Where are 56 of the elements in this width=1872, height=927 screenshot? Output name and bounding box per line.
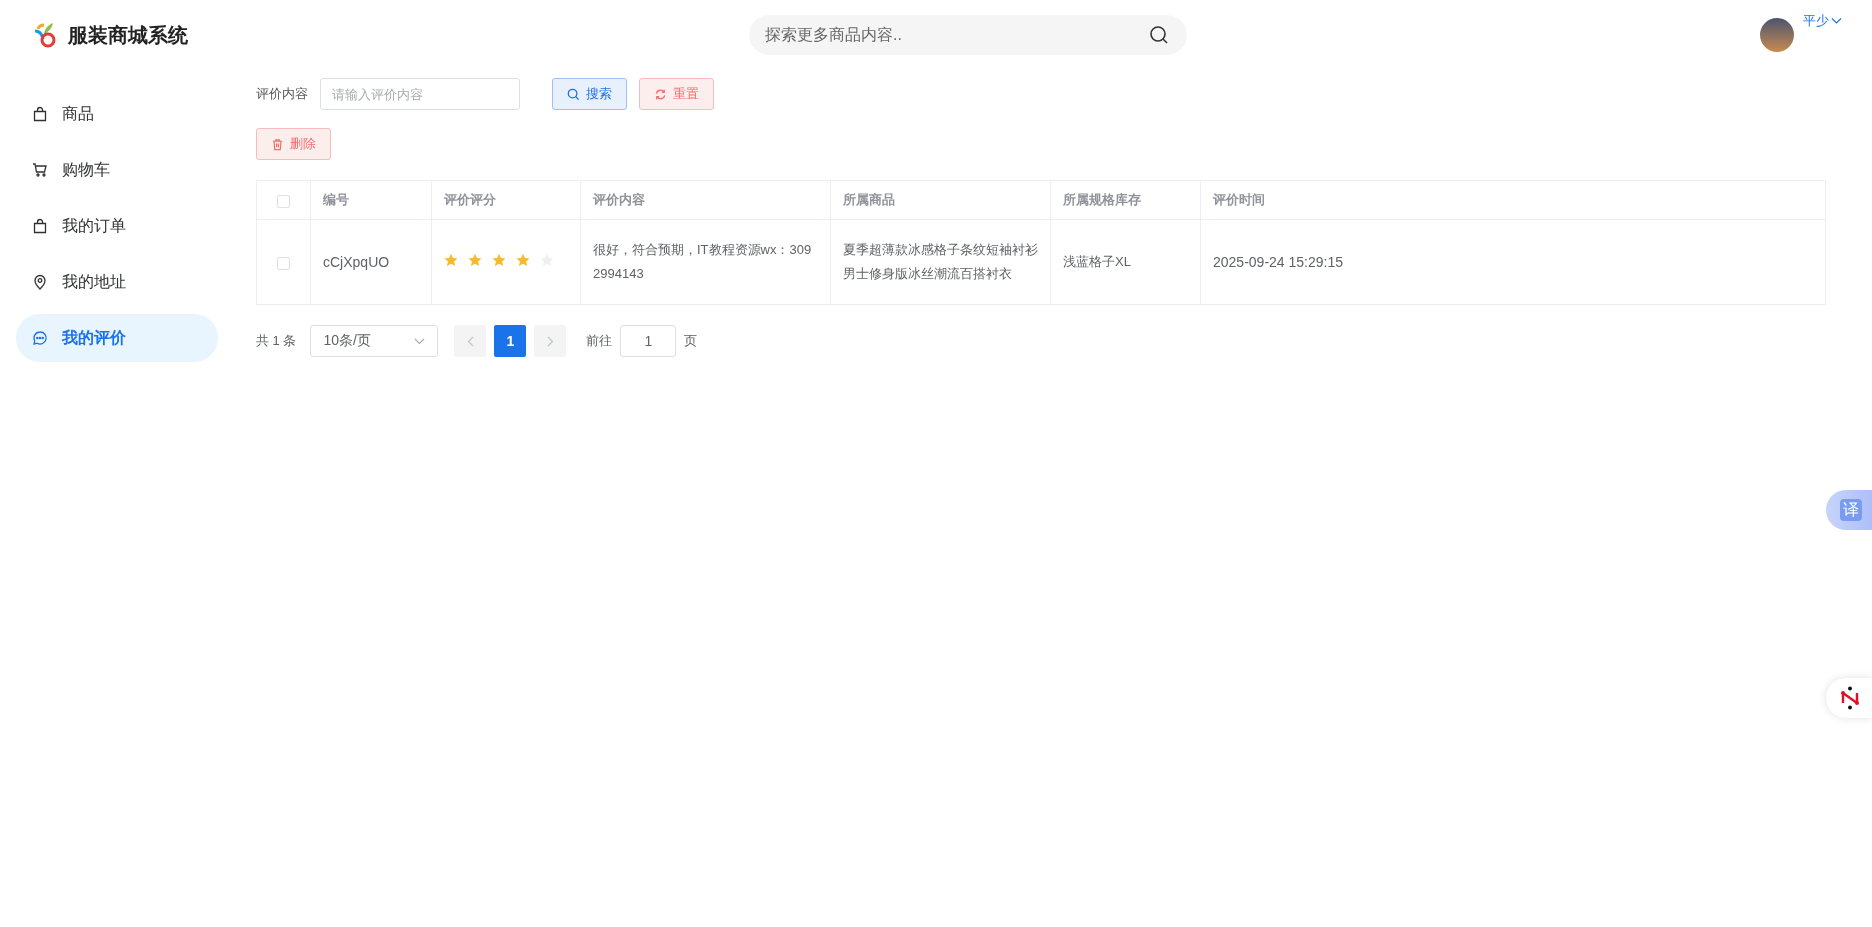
refresh-icon — [654, 87, 667, 101]
checkbox[interactable] — [277, 256, 290, 270]
chat-bubble-icon — [32, 330, 48, 346]
network-icon — [1839, 686, 1861, 710]
avatar[interactable] — [1760, 18, 1794, 52]
location-pin-icon — [32, 274, 48, 290]
table-cell: 夏季超薄款冰感格子条纹短袖衬衫男士修身版冰丝潮流百搭衬衣 — [843, 242, 1038, 281]
delete-button[interactable]: 删除 — [256, 128, 331, 160]
cart-icon — [32, 162, 48, 178]
prev-page-button[interactable] — [454, 325, 487, 357]
page-size-select[interactable]: 10条/页 — [310, 325, 439, 357]
checkbox[interactable] — [277, 194, 290, 208]
column-header: 所属商品 — [843, 192, 895, 207]
assistant-button[interactable] — [1826, 678, 1872, 718]
star-icon — [492, 253, 506, 267]
sidebar-item[interactable]: 购物车 — [16, 146, 218, 194]
chevron-down-icon — [1831, 17, 1842, 25]
next-page-button[interactable] — [534, 325, 567, 357]
table-cell: 2025-09-24 15:29:15 — [1213, 254, 1343, 270]
goto-label: 前往 — [586, 332, 613, 350]
search-field[interactable]: 探索更多商品内容.. — [749, 15, 1187, 55]
sidebar-item[interactable]: 我的订单 — [16, 202, 218, 250]
translate-button[interactable]: 译 — [1826, 490, 1872, 530]
chevron-down-icon — [414, 337, 426, 345]
star-icon — [444, 253, 458, 267]
column-header: 评价内容 — [593, 192, 645, 207]
total-count: 共 1 条 — [256, 332, 297, 350]
table-cell: cCjXpqUO — [323, 254, 390, 270]
chevron-right-icon — [546, 335, 554, 347]
chevron-left-icon — [466, 335, 474, 347]
logo-icon — [32, 21, 58, 49]
table-cell: 浅蓝格子XL — [1063, 254, 1131, 269]
search-icon — [1149, 25, 1169, 45]
shopping-bag-icon — [32, 218, 48, 234]
review-content-input[interactable]: 请输入评价内容 — [320, 78, 520, 110]
sidebar-item[interactable]: 我的评价 — [16, 314, 218, 362]
page-number[interactable]: 1 — [494, 325, 527, 357]
table-cell: 很好，符合预期，IT教程资源wx：3092994143 — [593, 242, 812, 281]
filter-label: 评价内容 — [256, 85, 308, 103]
star-icon — [468, 253, 482, 267]
sidebar-item[interactable]: 商品 — [16, 90, 218, 138]
trash-icon — [271, 137, 284, 151]
search-icon — [567, 87, 580, 101]
star-icon — [516, 253, 530, 267]
user-menu[interactable]: 平少 — [1803, 12, 1842, 30]
column-header: 编号 — [323, 192, 349, 207]
reset-button[interactable]: 重置 — [639, 78, 714, 110]
goto-page-input[interactable]: 1 — [620, 325, 677, 357]
column-header: 评价时间 — [1213, 192, 1265, 207]
page-suffix: 页 — [684, 332, 698, 350]
column-header: 所属规格库存 — [1063, 192, 1141, 207]
search-button[interactable]: 搜索 — [552, 78, 627, 110]
column-header: 评价评分 — [444, 192, 496, 207]
shopping-bag-icon — [32, 106, 48, 122]
app-title: 服装商城系统 — [68, 22, 188, 48]
sidebar-item[interactable]: 我的地址 — [16, 258, 218, 306]
